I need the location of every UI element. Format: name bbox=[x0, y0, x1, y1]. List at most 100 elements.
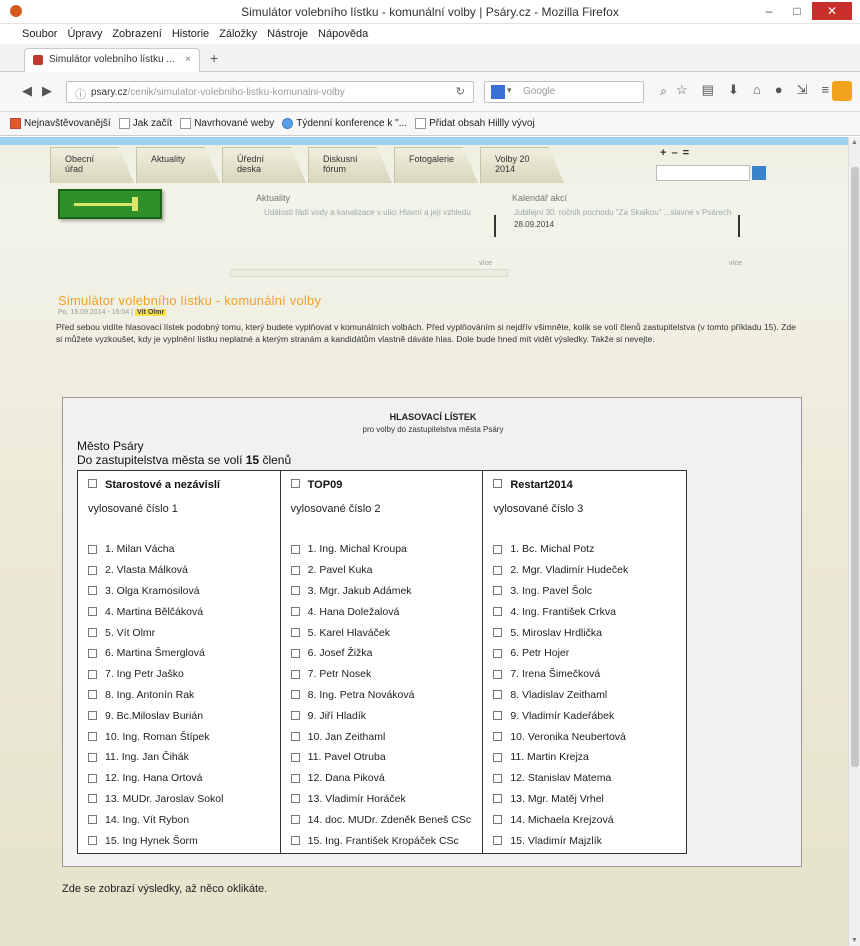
browser-tab[interactable]: Simulátor volebního lístku ... × bbox=[24, 48, 200, 72]
url-bar[interactable]: ⓘ psary.cz/cenik/simulator-volebniho-lis… bbox=[66, 81, 474, 103]
candidate-checkbox[interactable] bbox=[88, 648, 97, 658]
candidate-row[interactable]: 12. Ing. Hana Ortová bbox=[88, 768, 223, 789]
candidate-row[interactable]: 15. Ing Hynek Šorm bbox=[88, 830, 223, 851]
candidate-row[interactable]: 3. Olga Kramosilová bbox=[88, 581, 223, 602]
candidate-checkbox[interactable] bbox=[290, 690, 300, 700]
candidate-row[interactable]: 14. Ing. Vít Rybon bbox=[88, 809, 223, 830]
candidate-checkbox[interactable] bbox=[493, 732, 503, 742]
candidate-checkbox[interactable] bbox=[493, 648, 503, 658]
candidate-checkbox[interactable] bbox=[493, 669, 503, 679]
candidate-checkbox[interactable] bbox=[88, 732, 97, 742]
download-icon[interactable]: ⬇ bbox=[728, 82, 739, 98]
party-checkbox[interactable] bbox=[290, 479, 300, 488]
candidate-checkbox[interactable] bbox=[290, 815, 300, 825]
candidate-checkbox[interactable] bbox=[88, 815, 97, 825]
party-header[interactable]: Restart2014 bbox=[493, 479, 573, 491]
candidate-checkbox[interactable] bbox=[88, 752, 97, 762]
party-header[interactable]: Starostové a nezávislí bbox=[88, 479, 220, 491]
scroll-up-icon[interactable]: ▲ bbox=[851, 139, 858, 146]
candidate-row[interactable]: 2. Vlasta Málková bbox=[88, 560, 223, 581]
candidate-checkbox[interactable] bbox=[493, 607, 503, 617]
candidate-row[interactable]: 2. Mgr. Vladimír Hudeček bbox=[493, 560, 628, 581]
close-window-button[interactable]: ✕ bbox=[812, 2, 852, 20]
candidate-checkbox[interactable] bbox=[88, 607, 97, 617]
menu-zalozky[interactable]: Záložky bbox=[219, 28, 257, 40]
candidate-row[interactable]: 1. Milan Vácha bbox=[88, 539, 223, 560]
bookmark-getting-started[interactable]: Jak začít bbox=[118, 117, 172, 129]
candidate-row[interactable]: 7. Ing Petr Jaško bbox=[88, 664, 223, 685]
candidate-row[interactable]: 9. Bc.Miloslav Burián bbox=[88, 705, 223, 726]
star-icon[interactable]: ☆ bbox=[676, 82, 688, 98]
candidate-row[interactable]: 8. Ing. Antonín Rak bbox=[88, 685, 223, 706]
addon-icon[interactable]: ● bbox=[775, 82, 783, 98]
candidate-checkbox[interactable] bbox=[88, 794, 97, 804]
candidate-row[interactable]: 6. Petr Hojer bbox=[493, 643, 628, 664]
candidate-checkbox[interactable] bbox=[290, 607, 300, 617]
candidate-checkbox[interactable] bbox=[88, 711, 97, 721]
minimize-button[interactable]: – bbox=[756, 2, 782, 20]
site-tab-aktuality[interactable]: Aktuality bbox=[136, 147, 220, 183]
candidate-checkbox[interactable] bbox=[493, 690, 503, 700]
new-tab-button[interactable]: + bbox=[210, 50, 218, 66]
candidate-row[interactable]: 9. Vladimír Kadeřábek bbox=[493, 705, 628, 726]
candidate-row[interactable]: 10. Veronika Neubertová bbox=[493, 726, 628, 747]
party-checkbox[interactable] bbox=[88, 479, 97, 488]
party-checkbox[interactable] bbox=[493, 479, 503, 488]
candidate-row[interactable]: 11. Pavel Otruba bbox=[290, 747, 471, 768]
tab-close-icon[interactable]: × bbox=[185, 54, 191, 65]
candidate-checkbox[interactable] bbox=[493, 565, 503, 575]
candidate-row[interactable]: 5. Vít Olmr bbox=[88, 622, 223, 643]
share-icon[interactable]: ⇲ bbox=[797, 82, 808, 98]
candidate-checkbox[interactable] bbox=[290, 732, 300, 742]
candidate-row[interactable]: 14. doc. MUDr. Zdeněk Beneš CSc bbox=[290, 809, 471, 830]
bookmark-suggested-sites[interactable]: Navrhované weby bbox=[180, 117, 274, 129]
site-identity-icon[interactable]: ⓘ bbox=[75, 86, 86, 102]
candidate-checkbox[interactable] bbox=[493, 794, 503, 804]
candidate-row[interactable]: 6. Josef Žižka bbox=[290, 643, 471, 664]
candidate-checkbox[interactable] bbox=[88, 628, 97, 638]
candidate-row[interactable]: 1. Bc. Michal Potz bbox=[493, 539, 628, 560]
candidate-row[interactable]: 15. Ing. František Kropáček CSc bbox=[290, 830, 471, 851]
candidate-checkbox[interactable] bbox=[88, 565, 97, 575]
candidate-checkbox[interactable] bbox=[290, 794, 300, 804]
menu-historie[interactable]: Historie bbox=[172, 28, 209, 40]
site-logo[interactable] bbox=[58, 189, 162, 219]
candidate-checkbox[interactable] bbox=[290, 669, 300, 679]
menu-zobrazeni[interactable]: Zobrazení bbox=[112, 28, 162, 40]
candidate-row[interactable]: 8. Ing. Petra Nováková bbox=[290, 685, 471, 706]
candidate-checkbox[interactable] bbox=[493, 711, 503, 721]
site-tab-diskusni-forum[interactable]: Diskusní fórum bbox=[308, 147, 392, 183]
candidate-checkbox[interactable] bbox=[493, 544, 503, 554]
site-search-input[interactable] bbox=[656, 165, 750, 181]
candidate-checkbox[interactable] bbox=[290, 836, 300, 846]
candidate-checkbox[interactable] bbox=[290, 565, 300, 575]
site-tab-volby[interactable]: Volby 20 2014 bbox=[480, 147, 564, 183]
candidate-row[interactable]: 2. Pavel Kuka bbox=[290, 560, 471, 581]
candidate-row[interactable]: 13. Mgr. Matěj Vrhel bbox=[493, 789, 628, 810]
candidate-checkbox[interactable] bbox=[290, 648, 300, 658]
candidate-checkbox[interactable] bbox=[493, 628, 503, 638]
site-tab-fotogalerie[interactable]: Fotogalerie bbox=[394, 147, 478, 183]
site-tab-uredni-deska[interactable]: Úřední deska bbox=[222, 147, 306, 183]
menu-nastroje[interactable]: Nástroje bbox=[267, 28, 308, 40]
menu-napoveda[interactable]: Nápověda bbox=[318, 28, 368, 40]
bookmark-most-visited[interactable]: Nejnavštěvovanější bbox=[10, 117, 111, 129]
candidate-checkbox[interactable] bbox=[493, 586, 503, 596]
menu-upravy[interactable]: Úpravy bbox=[67, 28, 102, 40]
candidate-checkbox[interactable] bbox=[290, 586, 300, 596]
calendar-item-link[interactable]: Jubilejní 30. ročník pochodu "Za Skalkou… bbox=[514, 207, 742, 218]
site-search-button[interactable] bbox=[752, 166, 766, 180]
candidate-row[interactable]: 9. Jiří Hladík bbox=[290, 705, 471, 726]
calendar-more-link[interactable]: více bbox=[729, 260, 742, 267]
candidate-row[interactable]: 5. Miroslav Hrdlička bbox=[493, 622, 628, 643]
scrollbar-thumb[interactable] bbox=[851, 167, 859, 767]
candidate-checkbox[interactable] bbox=[290, 752, 300, 762]
page-scrollbar[interactable]: ▲ ▼ bbox=[848, 137, 860, 946]
chevron-down-icon[interactable]: ▾ bbox=[507, 85, 512, 96]
candidate-checkbox[interactable] bbox=[88, 773, 97, 783]
candidate-row[interactable]: 7. Irena Šimečková bbox=[493, 664, 628, 685]
bookmark-conference[interactable]: Týdenní konference k "... bbox=[282, 117, 407, 129]
menu-soubor[interactable]: Soubor bbox=[22, 28, 57, 40]
candidate-checkbox[interactable] bbox=[290, 773, 300, 783]
candidate-row[interactable]: 10. Ing. Roman Štípek bbox=[88, 726, 223, 747]
